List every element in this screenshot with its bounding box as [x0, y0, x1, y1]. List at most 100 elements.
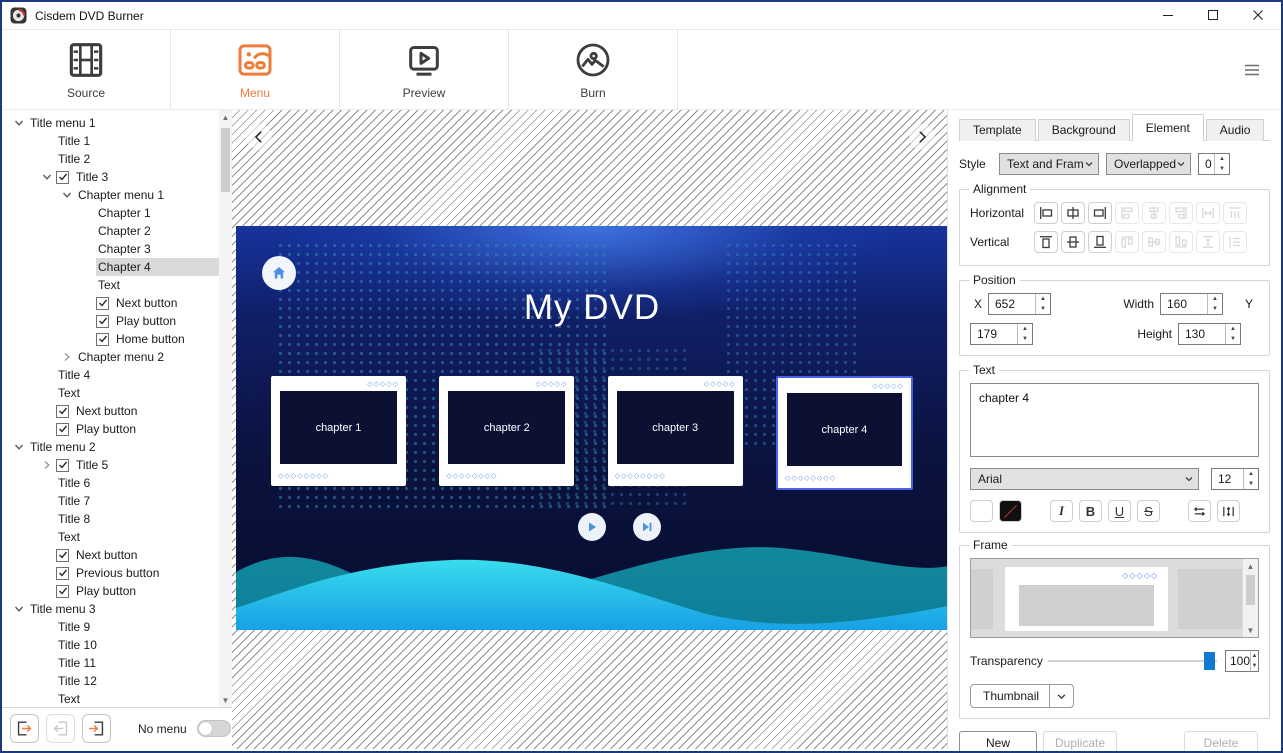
toolbar-preview-button[interactable]: Preview: [340, 30, 509, 109]
move-in-button[interactable]: [82, 714, 111, 743]
chevron-right-icon[interactable]: [38, 456, 56, 474]
tree-item[interactable]: Title 1: [2, 132, 232, 150]
transparency-spinner[interactable]: 100 ▲▼: [1225, 650, 1259, 672]
distribute-right-button[interactable]: [1169, 202, 1193, 224]
chevron-down-icon[interactable]: [10, 114, 28, 132]
spin-up-icon[interactable]: ▲: [1226, 324, 1240, 334]
chapter-frame[interactable]: ◇◇◇◇◇chapter 2◇◇◇◇◇◇◇◇: [439, 376, 574, 486]
x-spinner[interactable]: 652 ▲▼: [988, 293, 1051, 315]
duplicate-button[interactable]: Duplicate: [1043, 731, 1117, 753]
move-back-button[interactable]: [46, 714, 75, 743]
tree-item[interactable]: Text: [2, 384, 232, 402]
no-menu-toggle[interactable]: [197, 720, 231, 737]
distribute-center-v-button[interactable]: [1142, 231, 1166, 253]
frame-thumb-prev[interactable]: [971, 569, 993, 629]
new-button[interactable]: New: [959, 731, 1037, 753]
equal-v-spacing-button[interactable]: [1196, 231, 1220, 253]
tree-item[interactable]: Title 9: [2, 618, 232, 636]
spin-up-icon[interactable]: ▲: [1036, 294, 1050, 304]
distribute-top-button[interactable]: [1115, 231, 1139, 253]
spin-down-icon[interactable]: ▼: [1215, 164, 1229, 174]
letter-spacing-button[interactable]: [1188, 500, 1211, 522]
text-content-input[interactable]: chapter 4: [970, 383, 1259, 457]
text-color-swatch[interactable]: [970, 500, 993, 522]
tree-item[interactable]: Title menu 3: [2, 600, 232, 618]
scrollbar-thumb[interactable]: [1246, 575, 1255, 605]
checkbox[interactable]: [56, 423, 69, 436]
frame-thumb-next[interactable]: [1178, 569, 1242, 629]
tree-item[interactable]: Chapter 2: [2, 222, 232, 240]
spin-down-icon[interactable]: ▼: [1226, 334, 1240, 344]
font-family-dropdown[interactable]: Arial: [970, 468, 1199, 490]
distribute-bottom-button[interactable]: [1169, 231, 1193, 253]
tree-item[interactable]: Title 3: [2, 168, 232, 186]
checkbox[interactable]: [56, 171, 69, 184]
tree-item[interactable]: Title 10: [2, 636, 232, 654]
align-top-button[interactable]: [1034, 231, 1058, 253]
maximize-button[interactable]: [1191, 2, 1236, 29]
spin-down-icon[interactable]: ▼: [1018, 334, 1032, 344]
tab-template[interactable]: Template: [959, 119, 1036, 141]
tree-item[interactable]: Text: [2, 690, 232, 707]
toolbar-menu-button[interactable]: Menu: [171, 30, 340, 109]
frame-list-scrollbar[interactable]: ▲ ▼: [1242, 559, 1258, 637]
slider-thumb[interactable]: [1204, 652, 1215, 670]
align-bottom-button[interactable]: [1088, 231, 1112, 253]
tree-item[interactable]: Title 12: [2, 672, 232, 690]
tree-item[interactable]: Title menu 1: [2, 114, 232, 132]
spin-down-icon[interactable]: ▼: [1208, 304, 1222, 314]
frame-thumb-selected[interactable]: ◇◇◇◇◇: [1005, 567, 1168, 631]
tree-item[interactable]: Next button: [2, 546, 232, 564]
checkbox[interactable]: [56, 459, 69, 472]
scrollbar-thumb[interactable]: [221, 128, 230, 192]
tree-item[interactable]: Play button: [2, 582, 232, 600]
prev-template-button[interactable]: [246, 124, 272, 150]
move-out-button[interactable]: [10, 714, 39, 743]
tab-background[interactable]: Background: [1038, 119, 1130, 141]
spin-up-icon[interactable]: ▲: [1208, 294, 1222, 304]
italic-button[interactable]: I: [1050, 500, 1073, 522]
distribute-left-button[interactable]: [1115, 202, 1139, 224]
checkbox[interactable]: [96, 333, 109, 346]
tree-item[interactable]: Play button: [2, 420, 232, 438]
checkbox[interactable]: [56, 585, 69, 598]
tree-item[interactable]: Title 6: [2, 474, 232, 492]
chevron-down-icon[interactable]: [10, 438, 28, 456]
scroll-up-icon[interactable]: ▲: [1243, 559, 1258, 573]
tree-item[interactable]: Chapter 4: [2, 258, 232, 276]
tree-item[interactable]: Previous button: [2, 564, 232, 582]
tree-item[interactable]: Title 4: [2, 366, 232, 384]
spin-down-icon[interactable]: ▼: [1036, 304, 1050, 314]
equal-width-button[interactable]: [1223, 202, 1247, 224]
underline-button[interactable]: U: [1108, 500, 1131, 522]
scroll-down-icon[interactable]: ▼: [1243, 623, 1258, 637]
tree-item[interactable]: Chapter menu 1: [2, 186, 232, 204]
align-left-button[interactable]: [1034, 202, 1058, 224]
dvd-menu-canvas[interactable]: My DVD ◇◇◇◇◇chapter 1◇◇◇◇◇◇◇◇ ◇◇◇◇◇chapte…: [236, 226, 947, 630]
thumbnail-dropdown[interactable]: Thumbnail: [970, 684, 1074, 708]
chevron-down-icon[interactable]: [38, 168, 56, 186]
tree-item[interactable]: Chapter menu 2: [2, 348, 232, 366]
tree-item[interactable]: Home button: [2, 330, 232, 348]
app-menu-button[interactable]: [1223, 30, 1281, 109]
spin-up-icon[interactable]: ▲: [1018, 324, 1032, 334]
chevron-down-icon[interactable]: [58, 186, 76, 204]
tree-item[interactable]: Text: [2, 276, 232, 294]
minimize-button[interactable]: [1146, 2, 1191, 29]
tree-item[interactable]: Title 8: [2, 510, 232, 528]
chevron-down-icon[interactable]: [10, 600, 28, 618]
tree-item[interactable]: Play button: [2, 312, 232, 330]
toolbar-source-button[interactable]: Source: [2, 30, 171, 109]
y-spinner[interactable]: 179 ▲▼: [970, 323, 1033, 345]
align-middle-button[interactable]: [1061, 231, 1085, 253]
checkbox[interactable]: [56, 405, 69, 418]
spin-up-icon[interactable]: ▲: [1215, 154, 1229, 164]
style-order-spinner[interactable]: 0 ▲▼: [1198, 153, 1230, 175]
align-right-button[interactable]: [1088, 202, 1112, 224]
bold-button[interactable]: B: [1079, 500, 1102, 522]
dvd-menu-title[interactable]: My DVD: [236, 288, 947, 328]
chapter-frame[interactable]: ◇◇◇◇◇chapter 1◇◇◇◇◇◇◇◇: [271, 376, 406, 486]
tab-audio[interactable]: Audio: [1206, 119, 1265, 141]
delete-button[interactable]: Delete: [1184, 731, 1258, 753]
tree-item[interactable]: Title 7: [2, 492, 232, 510]
